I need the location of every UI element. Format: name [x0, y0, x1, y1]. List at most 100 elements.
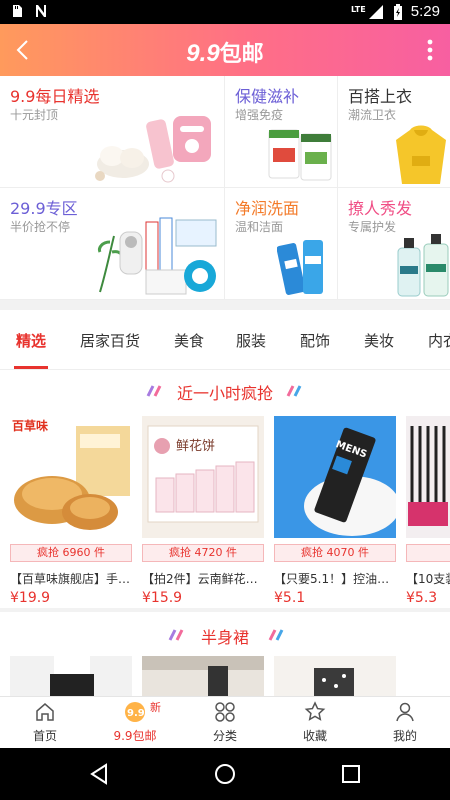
nav-label: 我的 [392, 729, 417, 743]
product-card[interactable]: 疯抢 【10支装】 ¥5.3 [406, 416, 450, 606]
home-circle-icon[interactable] [212, 761, 238, 787]
svg-text:9.9: 9.9 [127, 708, 145, 719]
promo-daily-picks[interactable]: 9.9每日精选 十元封顶 [0, 76, 225, 188]
nav-category[interactable]: 分类 [180, 701, 270, 747]
promo-title: 撩人秀发 [348, 199, 413, 218]
nav-label: 9.9包邮 [113, 729, 157, 743]
tab-beauty[interactable]: 美妆 [364, 330, 394, 351]
section-title: 半身裙 [200, 628, 249, 647]
promo-face-wash[interactable]: 净润洗面 温和洁面 [225, 188, 338, 300]
title-decoration-right-icon [268, 629, 284, 641]
nav-home[interactable]: 首页 [0, 701, 90, 747]
more-menu-icon[interactable] [422, 36, 438, 64]
hot-products-row: 百草味 疯抢 6960 件 【百草味旗舰店】手撕面包 ¥19.9 鲜花饼 [0, 408, 450, 608]
user-icon [396, 702, 414, 722]
battery-charging-icon [393, 3, 402, 20]
product-card[interactable]: 百草味 疯抢 6960 件 【百草味旗舰店】手撕面包 ¥19.9 [10, 416, 132, 606]
promo-grid: 9.9每日精选 十元封顶 保健滋补 增强免疫 百搭上衣 潮流卫衣 29.9专区 … [0, 76, 450, 300]
sales-badge: 疯抢 4720 件 [142, 544, 264, 562]
nav-nine-nine[interactable]: 9.9 新 9.9包邮 [90, 701, 180, 747]
back-triangle-icon[interactable] [86, 761, 112, 787]
tab-featured[interactable]: 精选 [16, 330, 46, 351]
product-price: ¥5.1 [274, 590, 306, 606]
flower-cake-box-image: 鲜花饼 [142, 416, 264, 538]
page-title: 9.9包邮 [0, 36, 450, 68]
new-badge: 新 [150, 701, 161, 714]
yellow-hoodie-image [396, 125, 446, 184]
page-title-text: 包邮 [219, 41, 264, 66]
skirt-image [10, 656, 132, 696]
household-goods-image [98, 217, 217, 295]
sales-badge: 疯抢 6960 件 [10, 544, 132, 562]
sales-badge: 疯抢 4070 件 [274, 544, 396, 562]
product-name: 【只要5.1！】控油清爽洁面 [274, 572, 396, 586]
category-tabs: 精选 居家百货 美食 服装 配饰 美妆 内衣 [0, 310, 450, 370]
product-card[interactable]: MENS 疯抢 4070 件 【只要5.1！】控油清爽洁面 ¥5.1 [274, 416, 396, 606]
skirt-thumbnail[interactable] [10, 656, 132, 696]
mens-cleanser-image: MENS [274, 416, 396, 538]
page-title-number: 9.9 [186, 40, 220, 67]
product-image: 百草味 [10, 416, 132, 538]
promo-subtitle: 十元封顶 [10, 108, 59, 122]
section-title: 近一小时疯抢 [176, 384, 273, 403]
svg-text:鲜花饼: 鲜花饼 [176, 438, 215, 454]
nav-label: 分类 [212, 729, 237, 743]
skirt-image [142, 656, 264, 696]
face-wash-tubes-image [277, 240, 323, 295]
section-hot-header: 近一小时疯抢 [0, 370, 450, 408]
product-name: 【10支装】 [406, 572, 450, 586]
nav-favorites[interactable]: 收藏 [270, 701, 360, 747]
promo-title: 9.9每日精选 [10, 87, 100, 106]
promo-health[interactable]: 保健滋补 增强免疫 [225, 76, 338, 188]
tab-accessories[interactable]: 配饰 [300, 330, 330, 351]
promo-title: 净润洗面 [235, 199, 300, 218]
recents-square-icon[interactable] [338, 761, 364, 787]
skirt-thumbnail[interactable] [142, 656, 264, 696]
tab-clothing[interactable]: 服装 [236, 330, 266, 351]
bottom-nav: 首页 9.9 新 9.9包邮 分类 收藏 我的 [0, 696, 450, 748]
promo-title: 29.9专区 [10, 199, 78, 218]
product-card[interactable]: 鲜花饼 疯抢 4720 件 【拍2件】云南鲜花饼20枚 ¥15.9 [142, 416, 264, 606]
product-image: 鲜花饼 [142, 416, 264, 538]
product-name: 【百草味旗舰店】手撕面包 [10, 572, 132, 586]
tab-underwear[interactable]: 内衣 [428, 330, 450, 351]
promo-title: 百搭上衣 [348, 87, 413, 106]
svg-text:LTE: LTE [351, 5, 366, 14]
supplement-jars-image [268, 129, 332, 181]
product-price: ¥15.9 [142, 590, 183, 606]
product-image: MENS [274, 416, 396, 538]
section-skirts: 半身裙 [0, 612, 450, 696]
active-tab-indicator [14, 366, 48, 369]
star-icon [304, 701, 326, 721]
system-nav-bar [0, 748, 450, 800]
promo-hair-care[interactable]: 撩人秀发 专属护发 [338, 188, 450, 300]
nine-nine-icon: 9.9 [125, 702, 145, 722]
lte-signal-icon: LTE [351, 4, 383, 19]
status-bar: LTE 5:29 [0, 0, 450, 24]
tab-food[interactable]: 美食 [174, 330, 204, 351]
promo-subtitle: 增强免疫 [235, 108, 284, 122]
product-price: ¥5.3 [406, 590, 438, 606]
sales-badge: 疯抢 [406, 544, 450, 562]
home-icon [36, 703, 54, 721]
promo-29-zone[interactable]: 29.9专区 半价抢不停 [0, 188, 225, 300]
promo-tops[interactable]: 百搭上衣 潮流卫衣 [338, 76, 450, 188]
notification-n-icon [36, 5, 46, 17]
slippers-and-lint-remover-image [95, 116, 211, 183]
skirt-image [274, 656, 396, 696]
promo-subtitle: 潮流卫衣 [348, 108, 397, 122]
product-name: 【拍2件】云南鲜花饼20枚 [142, 572, 264, 586]
promo-subtitle: 半价抢不停 [10, 220, 71, 234]
tab-home-goods[interactable]: 居家百货 [80, 330, 140, 351]
nav-label: 首页 [32, 729, 57, 743]
clock: 5:29 [410, 3, 440, 20]
title-decoration-right-icon [286, 385, 302, 397]
skirt-thumbnail[interactable] [274, 656, 396, 696]
sd-card-icon [13, 5, 22, 17]
app-header: 9.9包邮 [0, 24, 450, 76]
category-icon [215, 702, 235, 722]
nav-label: 收藏 [302, 729, 327, 743]
promo-subtitle: 温和洁面 [235, 220, 284, 234]
shampoo-bottles-image [397, 234, 449, 297]
nav-profile[interactable]: 我的 [360, 701, 450, 747]
